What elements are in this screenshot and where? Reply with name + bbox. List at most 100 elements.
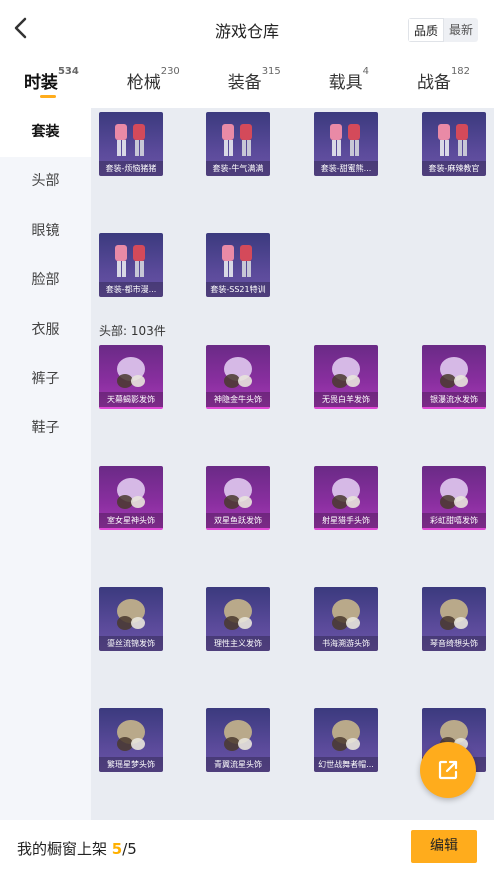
sort-toggle: 品质 最新 [407, 18, 478, 42]
head-item[interactable]: 神隐金牛头饰 [206, 345, 270, 409]
hair-accessory-icon [109, 593, 153, 635]
hair-accessory-icon [216, 593, 260, 635]
hair-accessory-icon [324, 714, 368, 756]
tab-label: 装备 [227, 73, 262, 93]
head-item[interactable]: 银瀑流水发饰 [422, 345, 486, 409]
header: 游戏仓库 品质 最新 [0, 0, 494, 56]
item-label: 琴音绮想头饰 [422, 636, 486, 651]
head-item[interactable]: 青翼流星头饰 [206, 708, 270, 772]
hair-accessory-icon [109, 472, 153, 514]
hair-accessory-icon [109, 351, 153, 393]
hair-accessory-icon [216, 714, 260, 756]
showcase-footer: 我的橱窗上架 5/5 编辑 [0, 820, 494, 875]
item-label: 套装-SS21特训 [206, 282, 270, 297]
head-item[interactable]: 射星猎手头饰 [314, 466, 378, 530]
head-item[interactable]: 繁瑶星梦头饰 [99, 708, 163, 772]
suit-item[interactable]: 套装-SS21特训 [206, 233, 270, 297]
item-label: 彩虹甜嘻发饰 [422, 513, 486, 528]
tab-equipment[interactable]: 装备315 [228, 58, 281, 104]
hair-accessory-icon [109, 714, 153, 756]
item-label: 鎏丝流锦发饰 [99, 636, 163, 651]
item-label: 套装-都市漫... [99, 282, 163, 297]
tab-firearms[interactable]: 枪械230 [127, 58, 180, 104]
head-section-title: 头部: 103件 [99, 324, 166, 338]
suit-item[interactable]: 套装-都市漫... [99, 233, 163, 297]
tab-count: 230 [160, 66, 180, 77]
hair-accessory-icon [432, 593, 476, 635]
tab-count: 182 [450, 66, 471, 77]
head-item[interactable]: 天幕蝎影发饰 [99, 345, 163, 409]
tab-label: 枪械 [126, 73, 161, 93]
outfit-icon [216, 239, 260, 281]
outfit-icon [109, 239, 153, 281]
sidebar: 套装 头部 眼镜 脸部 衣服 裤子 鞋子 [0, 108, 91, 820]
suit-item[interactable]: 套装-牛气满满 [206, 112, 270, 176]
head-item[interactable]: 书海溯游头饰 [314, 587, 378, 651]
item-label: 射星猎手头饰 [314, 513, 378, 528]
head-item[interactable]: 室女星神头饰 [99, 466, 163, 530]
suit-item[interactable]: 套装-甜蜜熊... [314, 112, 378, 176]
sidebar-item-face[interactable]: 脸部 [0, 256, 91, 305]
hair-accessory-icon [324, 351, 368, 393]
item-label: 套装-牛气满满 [206, 161, 270, 176]
sort-quality-button[interactable]: 品质 [407, 18, 444, 42]
hair-accessory-icon [216, 472, 260, 514]
item-label: 天幕蝎影发饰 [99, 392, 163, 407]
head-item[interactable]: 彩虹甜嘻发饰 [422, 466, 486, 530]
tab-count: 4 [362, 66, 370, 77]
external-link-icon [438, 760, 458, 780]
hair-accessory-icon [432, 472, 476, 514]
item-label: 双星鱼跃发饰 [206, 513, 270, 528]
tab-fashion[interactable]: 时装534 [24, 58, 79, 104]
head-item[interactable]: 理性主义发饰 [206, 587, 270, 651]
hair-accessory-icon [432, 351, 476, 393]
showcase-label: 我的橱窗上架 [17, 840, 108, 858]
sidebar-item-shoes[interactable]: 鞋子 [0, 404, 91, 453]
sidebar-item-suits[interactable]: 套装 [0, 108, 91, 158]
head-item[interactable]: 无畏白羊发饰 [314, 345, 378, 409]
item-label: 套装-麻辣教官 [422, 161, 486, 176]
tab-supplies[interactable]: 战备182 [417, 58, 470, 104]
tab-label: 载具 [328, 73, 363, 93]
item-label: 套装-甜蜜熊... [314, 161, 378, 176]
item-label: 青翼流星头饰 [206, 757, 270, 772]
showcase-status: 我的橱窗上架 5/5 [17, 838, 137, 859]
outfit-icon [109, 118, 153, 160]
tab-label: 战备 [416, 73, 451, 93]
sidebar-item-pants[interactable]: 裤子 [0, 355, 91, 404]
category-tabs: 时装534 枪械230 装备315 载具4 战备182 [0, 58, 494, 104]
item-label: 理性主义发饰 [206, 636, 270, 651]
tab-vehicles[interactable]: 载具4 [329, 58, 369, 104]
item-label: 室女星神头饰 [99, 513, 163, 528]
head-item[interactable]: 鎏丝流锦发饰 [99, 587, 163, 651]
outfit-icon [216, 118, 260, 160]
item-grid-area[interactable]: 头部: 103件 套装-烦恼猪猪 套装-牛气满满 套装-甜蜜熊... 套装-麻辣教官套… [91, 108, 494, 820]
suit-item[interactable]: 套装-麻辣教官 [422, 112, 486, 176]
head-item[interactable]: 幻世战舞者帽... [314, 708, 378, 772]
share-button[interactable] [420, 742, 476, 798]
head-item[interactable]: 琴音绮想头饰 [422, 587, 486, 651]
showcase-current-count: 5 [111, 840, 123, 858]
active-tab-indicator [39, 95, 56, 98]
tab-count: 534 [57, 66, 79, 77]
tab-label: 时装 [23, 73, 58, 93]
suit-item[interactable]: 套装-烦恼猪猪 [99, 112, 163, 176]
tab-count: 315 [261, 66, 281, 77]
item-label: 神隐金牛头饰 [206, 392, 270, 407]
sidebar-item-glasses[interactable]: 眼镜 [0, 207, 91, 256]
sidebar-item-clothes[interactable]: 衣服 [0, 306, 91, 355]
item-label: 繁瑶星梦头饰 [99, 757, 163, 772]
outfit-icon [432, 118, 476, 160]
showcase-total-count: /5 [122, 840, 137, 858]
outfit-icon [324, 118, 368, 160]
hair-accessory-icon [324, 593, 368, 635]
sort-newest-button[interactable]: 最新 [444, 18, 478, 42]
item-label: 无畏白羊发饰 [314, 392, 378, 407]
edit-button[interactable]: 编辑 [411, 830, 477, 863]
item-label: 银瀑流水发饰 [422, 392, 486, 407]
head-item[interactable]: 双星鱼跃发饰 [206, 466, 270, 530]
sidebar-item-head[interactable]: 头部 [0, 157, 91, 206]
item-label: 套装-烦恼猪猪 [99, 161, 163, 176]
item-label: 幻世战舞者帽... [314, 757, 378, 772]
item-label: 书海溯游头饰 [314, 636, 378, 651]
